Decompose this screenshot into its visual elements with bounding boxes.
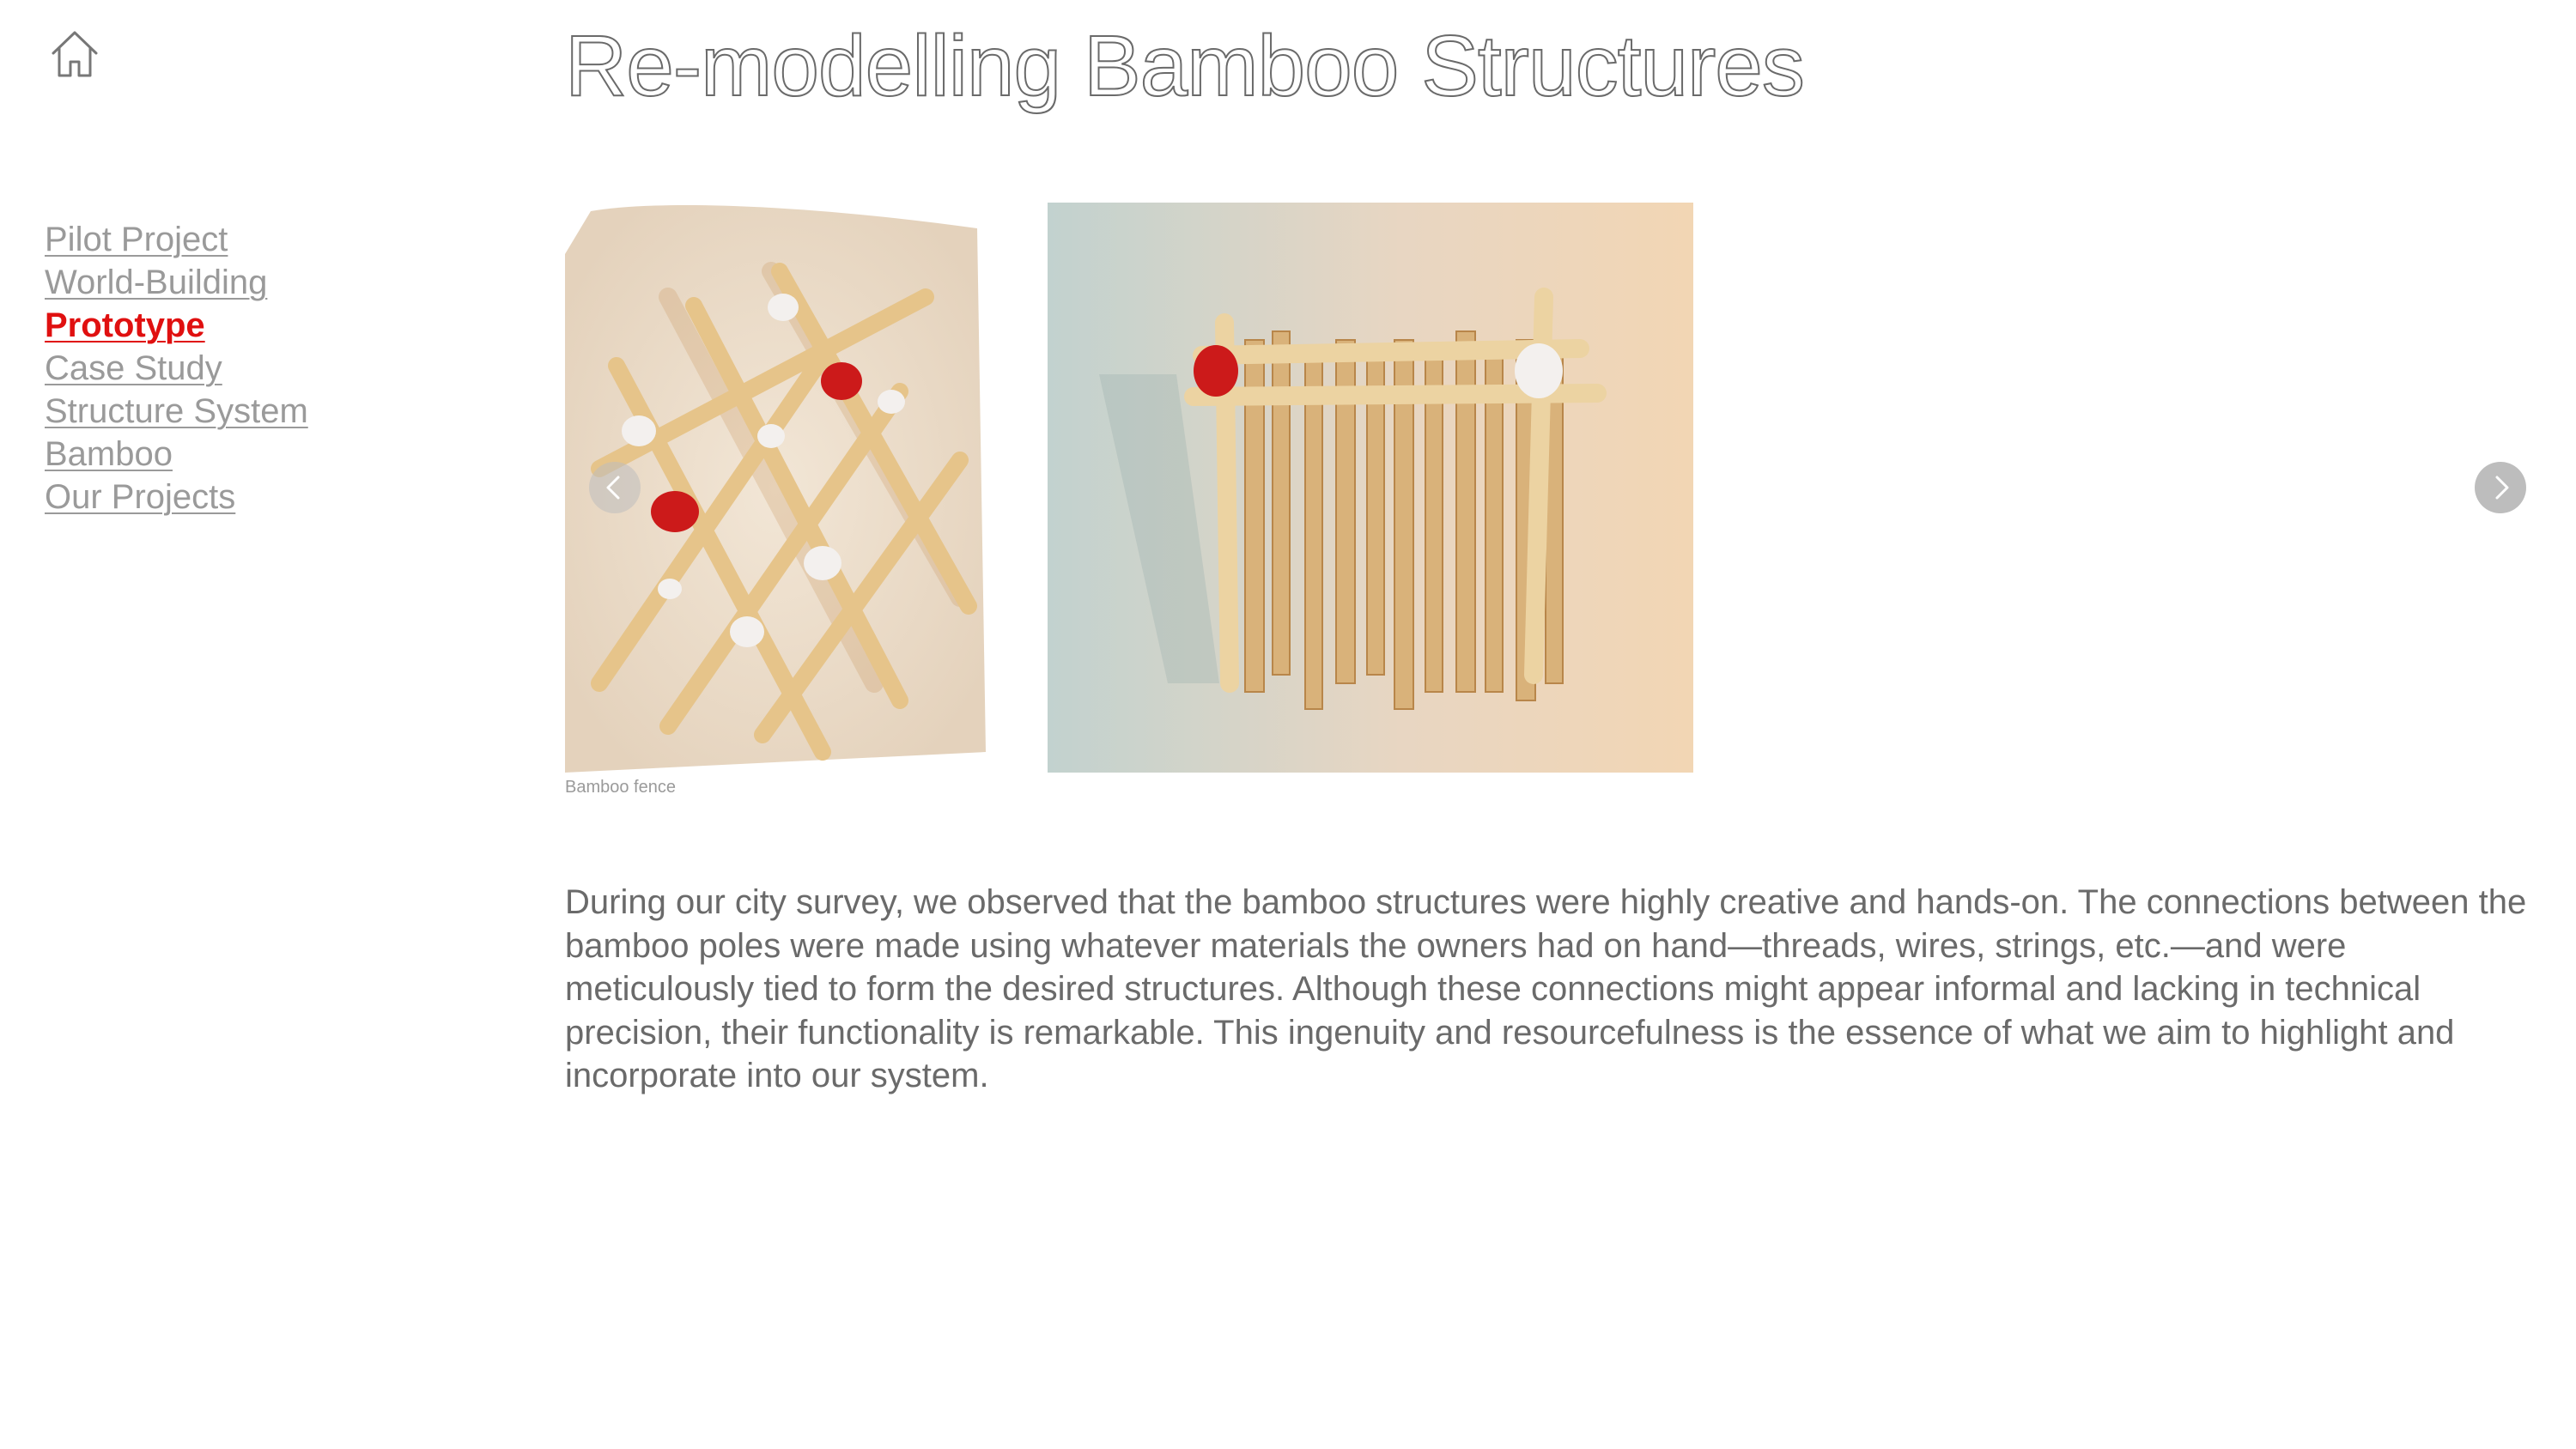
nav-item-pilot-project[interactable]: Pilot Project <box>45 218 228 261</box>
side-nav: Pilot Project World-Building Prototype C… <box>45 218 308 518</box>
page-title: Re-modelling Bamboo Structures <box>564 17 1806 115</box>
gallery-prev-button[interactable] <box>589 462 641 513</box>
bamboo-fence-model-photo <box>1048 203 1693 773</box>
description-paragraph: During our city survey, we observed that… <box>565 883 2527 1094</box>
nav-item-bamboo[interactable]: Bamboo <box>45 433 173 476</box>
nav-item-our-projects[interactable]: Our Projects <box>45 476 235 518</box>
image-caption: Bamboo fence <box>565 778 676 797</box>
chevron-right-icon <box>2475 462 2526 513</box>
gallery-next-button[interactable] <box>2475 462 2526 513</box>
chevron-left-icon <box>589 462 641 513</box>
nav-item-prototype[interactable]: Prototype <box>45 304 205 347</box>
nav-item-world-building[interactable]: World-Building <box>45 261 267 304</box>
nav-item-case-study[interactable]: Case Study <box>45 347 222 390</box>
nav-item-structure-system[interactable]: Structure System <box>45 390 308 433</box>
home-link[interactable] <box>46 26 103 82</box>
home-icon <box>52 31 98 77</box>
image-gallery <box>565 203 2523 773</box>
